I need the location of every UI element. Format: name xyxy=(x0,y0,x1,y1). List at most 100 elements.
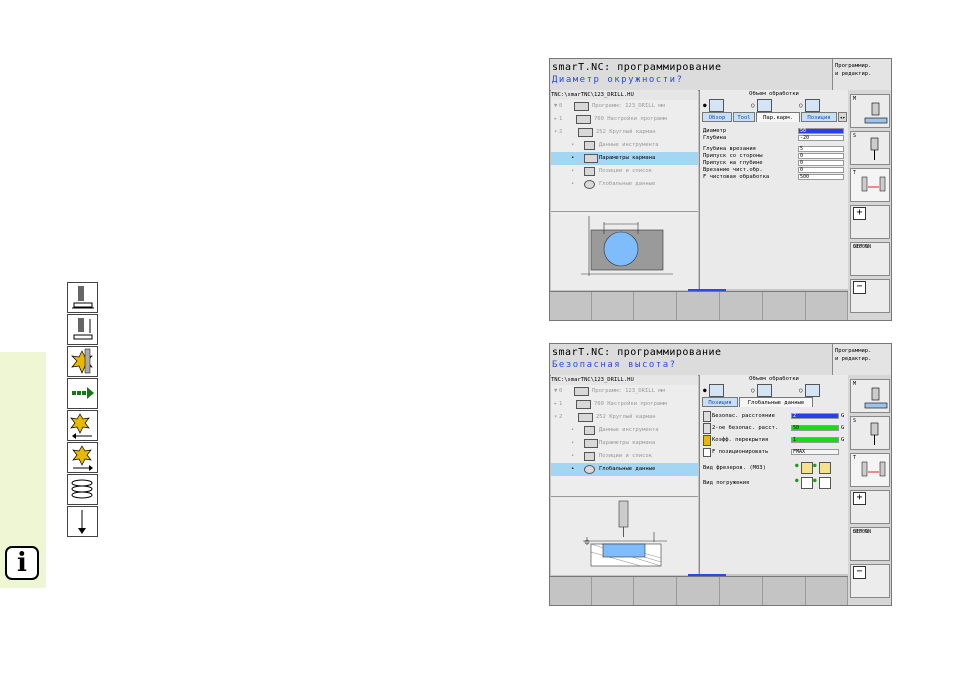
softkey-3[interactable] xyxy=(635,577,677,605)
mode-indicator[interactable]: Программир. и редактир. xyxy=(832,344,891,375)
tree-row[interactable]: • Параметры кармана xyxy=(551,152,698,165)
option-2[interactable]: ○ xyxy=(751,384,772,397)
tab-tool[interactable]: Tool xyxy=(733,112,755,122)
softkey-2[interactable] xyxy=(592,577,634,605)
spindle-override-button[interactable]: S100% OFF ON xyxy=(850,527,890,561)
softkey-3[interactable] xyxy=(635,292,677,320)
tree-row[interactable]: ▼ 0 Программ: 123_DRILL мм xyxy=(551,385,698,398)
m-function-button[interactable]: M xyxy=(850,94,890,128)
spindle-plus-button[interactable]: S+ xyxy=(850,490,890,524)
radio-icon[interactable]: ● xyxy=(813,463,817,469)
form-tabs: Позиция Глобальные данные xyxy=(702,397,847,407)
s-function-button[interactable]: S xyxy=(850,416,890,450)
field-safety-distance: Безопас. расстояние 2 G xyxy=(703,411,846,422)
mode-line-1: Программир. xyxy=(835,348,872,354)
softkey-7[interactable] xyxy=(806,577,848,605)
field-input[interactable]: 0 xyxy=(798,160,844,166)
option-2[interactable]: ○ xyxy=(751,99,772,112)
option-3[interactable]: ○ xyxy=(799,99,820,112)
radio-icon[interactable]: ● xyxy=(813,478,817,484)
softkey-5[interactable] xyxy=(721,577,763,605)
plus-icon: + xyxy=(853,492,866,505)
position-icon xyxy=(584,452,595,461)
tree-label: Позиции и список xyxy=(599,453,652,459)
field-input[interactable]: 500 xyxy=(798,174,844,180)
s-function-button[interactable]: S xyxy=(850,131,890,165)
field-input[interactable]: FMAX xyxy=(791,449,839,455)
spindle-minus-button[interactable]: S− xyxy=(850,279,890,313)
field-input[interactable]: 0 xyxy=(798,167,844,173)
softkey-5[interactable] xyxy=(721,292,763,320)
spindle-minus-button[interactable]: S− xyxy=(850,564,890,598)
softkey-6[interactable] xyxy=(764,577,806,605)
smartnc-screen-2: smarT.NC: программирование Безопасная вы… xyxy=(549,343,892,606)
pocket-params-icon xyxy=(584,439,598,448)
climb-milling-icon[interactable] xyxy=(801,462,813,474)
help-graphic xyxy=(551,211,698,290)
t-function-button[interactable]: T xyxy=(850,168,890,202)
spindle-override-button[interactable]: S100% OFF ON xyxy=(850,242,890,276)
tree-row[interactable]: • Позиции и список xyxy=(551,165,698,178)
field-input[interactable]: 50 xyxy=(791,425,839,431)
tree-row[interactable]: • Позиции и список xyxy=(551,450,698,463)
option-1[interactable]: ● xyxy=(703,384,724,397)
field-input[interactable]: 50 xyxy=(798,128,844,134)
tree-row[interactable]: ▼ 0 Программ: 123_DRILL мм xyxy=(551,100,698,113)
tree-row[interactable]: • Глобальные данные xyxy=(551,463,698,476)
t-function-button[interactable]: T xyxy=(850,453,890,487)
workpiece-icon xyxy=(804,384,820,397)
tree-row[interactable]: ▾ 2 252 Круглый карман xyxy=(551,411,698,424)
workpiece-icon xyxy=(756,384,772,397)
header: smarT.NC: программирование Диаметр окруж… xyxy=(550,59,832,91)
spindle-plus-button[interactable]: S+ xyxy=(850,205,890,239)
tab-position[interactable]: Позиция xyxy=(801,112,837,122)
softkey-4[interactable] xyxy=(678,577,720,605)
tree-num: 2 xyxy=(559,414,563,420)
softkey-1[interactable] xyxy=(550,577,592,605)
radio-selected-icon[interactable]: ● xyxy=(795,478,799,484)
radio-icon: ○ xyxy=(751,387,755,394)
softkey-4[interactable] xyxy=(678,292,720,320)
tree-row[interactable]: ▸ 1 700 Настройки программ xyxy=(551,398,698,411)
field-label: Врезание чист.обр. xyxy=(703,167,763,173)
tab-global-data[interactable]: Глобальные данные xyxy=(739,397,813,407)
field-input[interactable]: 2 xyxy=(791,413,839,419)
tree-num: 0 xyxy=(559,388,563,394)
softkey-2[interactable] xyxy=(592,292,634,320)
workpiece-icon xyxy=(756,99,772,112)
softkey-1[interactable] xyxy=(550,292,592,320)
option-3[interactable]: ○ xyxy=(799,384,820,397)
conventional-milling-icon[interactable] xyxy=(819,462,831,474)
tab-overview[interactable]: Обзор xyxy=(702,112,732,122)
field-input[interactable]: 0 xyxy=(798,153,844,159)
tree-row[interactable]: ▾ 2 252 Круглый карман xyxy=(551,126,698,139)
info-icon[interactable]: i xyxy=(5,546,39,580)
field-input[interactable]: 5 xyxy=(798,146,844,152)
workpiece-icon xyxy=(804,99,820,112)
softkey-7[interactable] xyxy=(806,292,848,320)
tree-row[interactable]: • Глобальные данные xyxy=(551,178,698,191)
field-side-allowance: Припуск со стороны 0 xyxy=(703,153,846,159)
mode-line-2: и редактир. xyxy=(835,356,872,362)
field-input[interactable]: -20 xyxy=(798,135,844,141)
tree-row[interactable]: ▸ 1 700 Настройки программ xyxy=(551,113,698,126)
softkey-6[interactable] xyxy=(764,292,806,320)
app-title: smarT.NC: программирование xyxy=(552,62,722,73)
tab-pocket-params[interactable]: Пар.карм. xyxy=(756,112,800,122)
field-input[interactable]: 1 xyxy=(791,437,839,443)
helix-plunge-icon[interactable] xyxy=(801,477,813,489)
settings-icon xyxy=(576,115,591,124)
m-function-button[interactable]: M xyxy=(850,379,890,413)
mode-indicator[interactable]: Программир. и редактир. xyxy=(832,59,891,90)
radio-selected-icon[interactable]: ● xyxy=(795,463,799,469)
tab-scroll-icon[interactable]: ◂▸ xyxy=(838,112,847,122)
tree-row[interactable]: • Данные инструмента xyxy=(551,139,698,152)
straight-arrow-icon xyxy=(67,506,98,537)
tree-row[interactable]: • Данные инструмента xyxy=(551,424,698,437)
tree-num: 1 xyxy=(559,116,563,122)
vertical-plunge-icon[interactable] xyxy=(819,477,831,489)
tab-position[interactable]: Позиция xyxy=(702,397,738,407)
app-title: smarT.NC: программирование xyxy=(552,347,722,358)
tree-row[interactable]: • Параметры кармана xyxy=(551,437,698,450)
option-1[interactable]: ● xyxy=(703,99,724,112)
